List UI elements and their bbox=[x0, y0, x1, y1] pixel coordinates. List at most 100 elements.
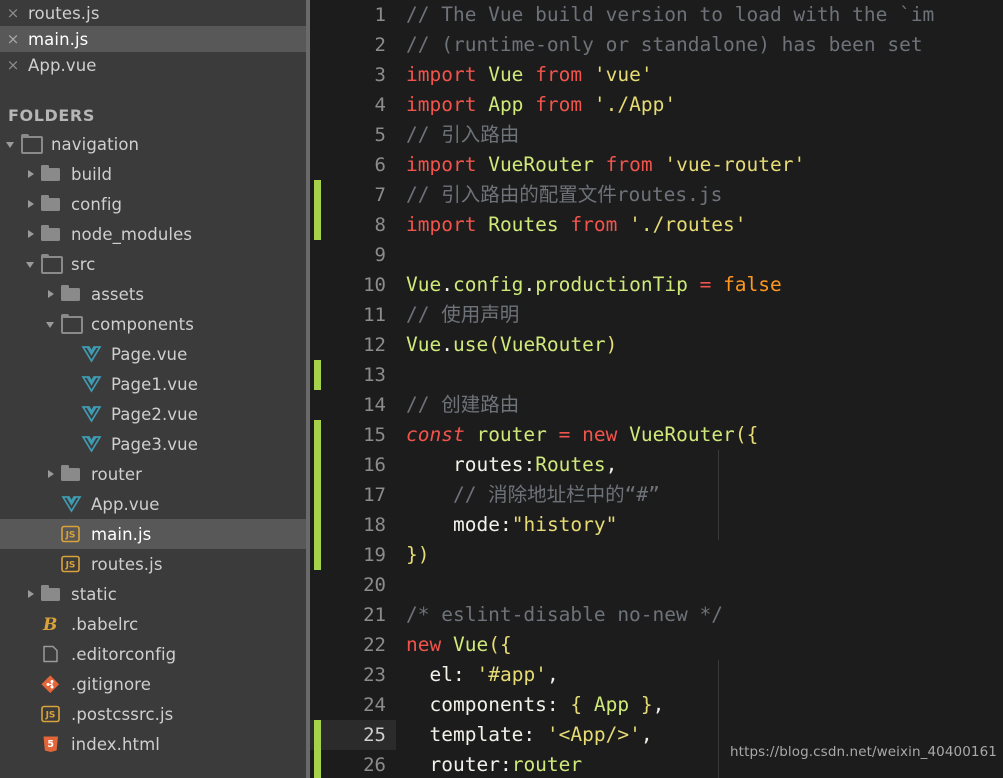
folder-icon bbox=[60, 279, 82, 309]
tree-item-App-vue[interactable]: App.vue bbox=[0, 489, 306, 519]
tree-item-build[interactable]: build bbox=[0, 159, 306, 189]
code-line[interactable]: 17 // 消除地址栏中的“#” bbox=[310, 480, 1003, 510]
code-line[interactable]: 22 new Vue({ bbox=[310, 630, 1003, 660]
tree-item-src[interactable]: src bbox=[0, 249, 306, 279]
code-text: mode:"history" bbox=[453, 513, 618, 536]
code-line[interactable]: 4 import App from './App' bbox=[310, 90, 1003, 120]
tree-item-Page1-vue[interactable]: Page1.vue bbox=[0, 369, 306, 399]
code-line[interactable]: 15 const router = new VueRouter({ bbox=[310, 420, 1003, 450]
close-icon[interactable]: × bbox=[4, 57, 22, 73]
chevron-right-icon[interactable] bbox=[44, 279, 60, 309]
tree-item-label: Page.vue bbox=[111, 344, 188, 364]
code-text: Vue.config.productionTip = false bbox=[406, 273, 782, 296]
code-line[interactable]: 8 import Routes from './routes' bbox=[310, 210, 1003, 240]
code-line[interactable]: 11 // 使用声明 bbox=[310, 300, 1003, 330]
modified-line-marker bbox=[314, 360, 321, 390]
line-gutter: 22 bbox=[310, 630, 396, 660]
folder-icon bbox=[40, 219, 62, 249]
line-number: 8 bbox=[374, 214, 386, 236]
sidebar: × routes.js × main.js × App.vue FOLDERS navig… bbox=[0, 0, 306, 778]
code-text: // 引入路由的配置文件routes.js bbox=[406, 183, 723, 206]
code-line[interactable]: 12 Vue.use(VueRouter) bbox=[310, 330, 1003, 360]
line-number: 18 bbox=[363, 514, 386, 536]
tree-item-navigation[interactable]: navigation bbox=[0, 129, 306, 159]
chevron-down-icon[interactable] bbox=[44, 309, 60, 339]
code-text: components: { App }, bbox=[429, 693, 665, 716]
html-file-icon: 5 bbox=[40, 729, 62, 759]
line-gutter: 13 bbox=[310, 360, 396, 390]
tree-item-Page3-vue[interactable]: Page3.vue bbox=[0, 429, 306, 459]
code-line[interactable]: 9 bbox=[310, 240, 1003, 270]
line-number: 12 bbox=[363, 334, 386, 356]
vue-file-icon bbox=[80, 399, 102, 429]
code-text: import App from './App' bbox=[406, 93, 677, 116]
code-line[interactable]: 6 import VueRouter from 'vue-router' bbox=[310, 150, 1003, 180]
code-line[interactable]: 24 components: { App }, bbox=[310, 690, 1003, 720]
open-file-tab-App-vue[interactable]: × App.vue bbox=[0, 52, 306, 78]
tree-item-static[interactable]: static bbox=[0, 579, 306, 609]
modified-line-marker bbox=[314, 510, 321, 540]
chevron-right-icon[interactable] bbox=[24, 189, 40, 219]
chevron-right-icon[interactable] bbox=[24, 579, 40, 609]
code-line[interactable]: 13 bbox=[310, 360, 1003, 390]
code-line[interactable]: 2 // (runtime-only or standalone) has bee… bbox=[310, 30, 1003, 60]
chevron-down-icon[interactable] bbox=[24, 249, 40, 279]
tree-item-index-html[interactable]: 5 index.html bbox=[0, 729, 306, 759]
folder-open-icon bbox=[60, 309, 83, 339]
js-file-icon: JS bbox=[60, 549, 82, 579]
line-number: 23 bbox=[363, 664, 386, 686]
tree-item-label: Page1.vue bbox=[111, 374, 198, 394]
tree-item--postcssrc-js[interactable]: JS .postcssrc.js bbox=[0, 699, 306, 729]
tree-item--gitignore[interactable]: .gitignore bbox=[0, 669, 306, 699]
folders-section-header: FOLDERS bbox=[8, 106, 95, 125]
line-gutter: 14 bbox=[310, 390, 396, 420]
tree-item-assets[interactable]: assets bbox=[0, 279, 306, 309]
git-file-icon bbox=[40, 669, 62, 699]
vue-file-icon bbox=[60, 489, 82, 519]
code-line[interactable]: 20 bbox=[310, 570, 1003, 600]
code-line[interactable]: 16 routes:Routes, bbox=[310, 450, 1003, 480]
line-gutter: 25 bbox=[310, 720, 396, 750]
line-gutter: 16 bbox=[310, 450, 396, 480]
tree-item-main-js[interactable]: JS main.js bbox=[0, 519, 306, 549]
modified-line-marker bbox=[314, 720, 321, 750]
tree-item-config[interactable]: config bbox=[0, 189, 306, 219]
code-line[interactable]: 19}) bbox=[310, 540, 1003, 570]
tree-item--babelrc[interactable]: B .babelrc bbox=[0, 609, 306, 639]
open-file-tab-label: routes.js bbox=[28, 3, 100, 23]
code-line[interactable]: 23 el: '#app', bbox=[310, 660, 1003, 690]
close-icon[interactable]: × bbox=[4, 31, 22, 47]
tree-item-Page2-vue[interactable]: Page2.vue bbox=[0, 399, 306, 429]
code-line[interactable]: 14 // 创建路由 bbox=[310, 390, 1003, 420]
tree-item-router[interactable]: router bbox=[0, 459, 306, 489]
code-editor[interactable]: 1 // The Vue build version to load with t… bbox=[310, 0, 1003, 778]
code-line[interactable]: 7 // 引入路由的配置文件routes.js bbox=[310, 180, 1003, 210]
open-file-tab-main-js[interactable]: × main.js bbox=[0, 26, 306, 52]
code-line[interactable]: 3 import Vue from 'vue' bbox=[310, 60, 1003, 90]
close-icon[interactable]: × bbox=[4, 5, 22, 21]
line-gutter: 18 bbox=[310, 510, 396, 540]
indent-guide bbox=[718, 660, 719, 690]
chevron-down-icon[interactable] bbox=[4, 129, 20, 159]
line-gutter: 17 bbox=[310, 480, 396, 510]
open-file-tab-routes-js[interactable]: × routes.js bbox=[0, 0, 306, 26]
tree-item--editorconfig[interactable]: .editorconfig bbox=[0, 639, 306, 669]
tree-item-routes-js[interactable]: JS routes.js bbox=[0, 549, 306, 579]
code-line[interactable]: 1 // The Vue build version to load with t… bbox=[310, 0, 1003, 30]
chevron-right-icon[interactable] bbox=[44, 459, 60, 489]
chevron-right-icon[interactable] bbox=[24, 159, 40, 189]
tree-item-components[interactable]: components bbox=[0, 309, 306, 339]
tree-item-label: App.vue bbox=[91, 494, 160, 514]
code-line[interactable]: 18 mode:"history" bbox=[310, 510, 1003, 540]
tree-item-Page-vue[interactable]: Page.vue bbox=[0, 339, 306, 369]
tree-item-node_modules[interactable]: node_modules bbox=[0, 219, 306, 249]
code-line[interactable]: 5 // 引入路由 bbox=[310, 120, 1003, 150]
code-line[interactable]: 21 /* eslint-disable no-new */ bbox=[310, 600, 1003, 630]
code-line[interactable]: 10 Vue.config.productionTip = false bbox=[310, 270, 1003, 300]
chevron-right-icon[interactable] bbox=[24, 219, 40, 249]
line-number: 2 bbox=[374, 34, 386, 56]
line-gutter: 21 bbox=[310, 600, 396, 630]
